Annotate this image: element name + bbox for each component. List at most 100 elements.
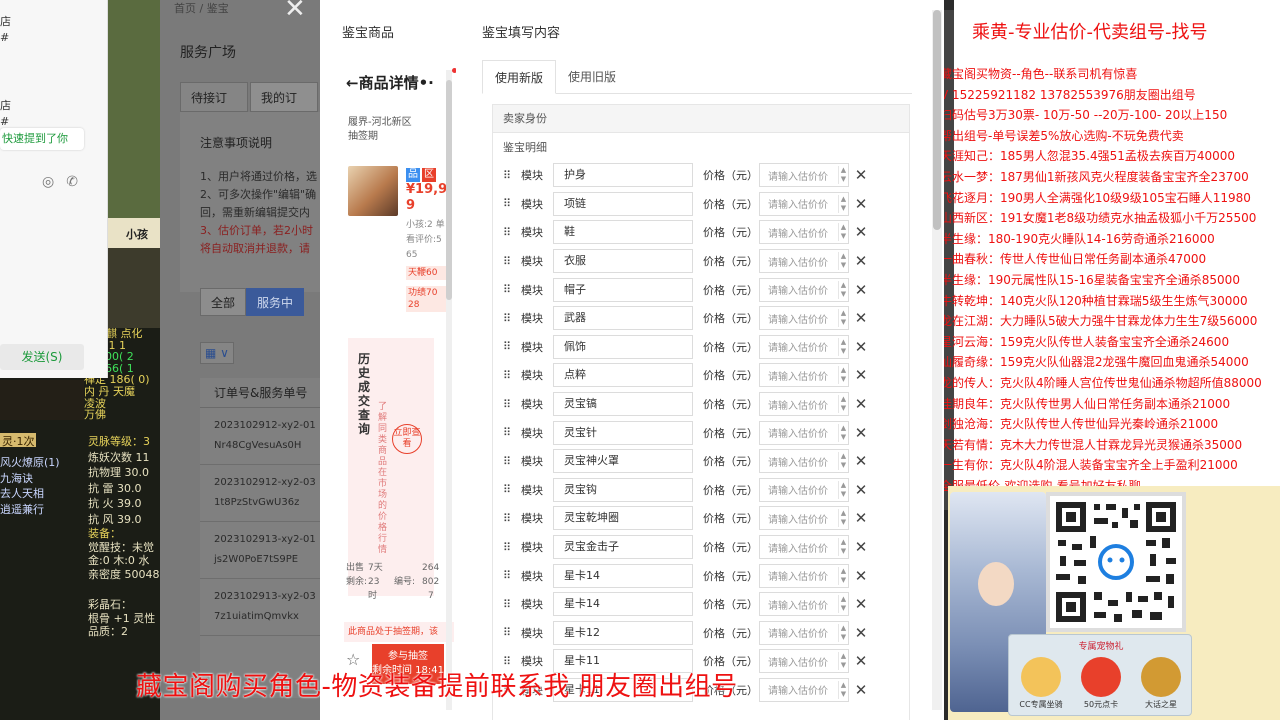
stepper-icon[interactable]: ▲ ▼ <box>838 252 848 271</box>
tab-old-version[interactable]: 使用旧版 <box>556 60 628 94</box>
price-input[interactable]: 请输入估价价 ▲ ▼ <box>759 220 849 245</box>
module-name-field[interactable]: 鞋 <box>553 220 693 245</box>
drag-handle-icon[interactable]: ⠿ <box>503 340 517 353</box>
module-name-field[interactable]: 星卡14 <box>553 563 693 588</box>
module-name-field[interactable]: 项链 <box>553 191 693 216</box>
price-input[interactable]: 请输入估价价 ▲ ▼ <box>759 191 849 216</box>
mention-bubble[interactable]: 快速提到了你 <box>0 128 84 150</box>
stepper-icon[interactable]: ▲ ▼ <box>838 309 848 328</box>
price-input[interactable]: 请输入估价价 ▲ ▼ <box>759 306 849 331</box>
module-name-field[interactable]: 武器 <box>553 306 693 331</box>
stepper-icon[interactable]: ▲ ▼ <box>838 194 848 213</box>
price-input[interactable]: 请输入估价价 ▲ ▼ <box>759 592 849 617</box>
module-name-field[interactable]: 灵宝神火罩 <box>553 449 693 474</box>
drag-handle-icon[interactable]: ⠿ <box>503 197 517 210</box>
stepper-icon[interactable]: ▲ ▼ <box>838 566 848 585</box>
price-input[interactable]: 请输入估价价 ▲ ▼ <box>759 420 849 445</box>
stepper-icon[interactable]: ▲ ▼ <box>838 595 848 614</box>
remove-icon[interactable]: ✕ <box>849 509 873 527</box>
send-button[interactable]: 发送(S) <box>0 344 84 370</box>
stepper-icon[interactable]: ▲ ▼ <box>838 452 848 471</box>
stepper-icon[interactable]: ▲ ▼ <box>838 623 848 642</box>
product-scrollbar[interactable] <box>446 70 452 710</box>
module-name-field[interactable]: 佩饰 <box>553 334 693 359</box>
module-name-field[interactable]: 衣服 <box>553 249 693 274</box>
price-input[interactable]: 请输入估价价 ▲ ▼ <box>759 506 849 531</box>
drag-handle-icon[interactable]: ⠿ <box>503 455 517 468</box>
scrollbar-thumb[interactable] <box>446 80 452 300</box>
table-row[interactable]: 2023102912-xy2-01 Nr48CgVesuAs0H <box>200 408 320 465</box>
price-input[interactable]: 请输入估价价 ▲ ▼ <box>759 277 849 302</box>
drag-handle-icon[interactable]: ⠿ <box>503 598 517 611</box>
drag-handle-icon[interactable]: ⠿ <box>503 283 517 296</box>
stepper-icon[interactable]: ▲ ▼ <box>838 680 848 699</box>
stepper-icon[interactable]: ▲ ▼ <box>838 395 848 414</box>
drag-handle-icon[interactable]: ⠿ <box>503 398 517 411</box>
drag-handle-icon[interactable]: ⠿ <box>503 169 517 182</box>
tab-new-version[interactable]: 使用新版 <box>482 60 557 94</box>
remove-icon[interactable]: ✕ <box>849 452 873 470</box>
scrollbar-thumb[interactable] <box>933 10 941 230</box>
price-input[interactable]: 请输入估价价 ▲ ▼ <box>759 449 849 474</box>
price-input[interactable]: 请输入估价价 ▲ ▼ <box>759 334 849 359</box>
tab-pending-orders[interactable]: 待接订单 <box>180 82 248 135</box>
remove-icon[interactable]: ✕ <box>849 252 873 270</box>
table-row[interactable]: 2023102913-xy2-01 js2W0PoE7tS9PE <box>200 522 320 579</box>
drag-handle-icon[interactable]: ⠿ <box>503 426 517 439</box>
drag-handle-icon[interactable]: ⠿ <box>503 626 517 639</box>
module-name-field[interactable]: 帽子 <box>553 277 693 302</box>
stepper-icon[interactable]: ▲ ▼ <box>838 509 848 528</box>
drag-handle-icon[interactable]: ⠿ <box>503 512 517 525</box>
remove-icon[interactable]: ✕ <box>849 652 873 670</box>
target-icon[interactable]: ◎ <box>42 174 54 190</box>
module-name-field[interactable]: 星卡12 <box>553 620 693 645</box>
stepper-icon[interactable]: ▲ ▼ <box>838 652 848 671</box>
module-name-field[interactable]: 星卡14 <box>553 592 693 617</box>
remove-icon[interactable]: ✕ <box>849 281 873 299</box>
remove-icon[interactable]: ✕ <box>849 309 873 327</box>
remove-icon[interactable]: ✕ <box>849 166 873 184</box>
history-view-button[interactable]: 立即查看 <box>392 424 422 454</box>
remove-icon[interactable]: ✕ <box>849 395 873 413</box>
remove-icon[interactable]: ✕ <box>849 595 873 613</box>
modal-scrollbar[interactable] <box>932 10 942 710</box>
remove-icon[interactable]: ✕ <box>849 195 873 213</box>
remove-icon[interactable]: ✕ <box>849 424 873 442</box>
table-row[interactable]: 2023102913-xy2-03 7z1uiatimQmvkx <box>200 579 320 636</box>
filter-all[interactable]: 全部 <box>200 288 247 316</box>
column-setting-button[interactable]: ▦ ∨ <box>200 342 234 364</box>
stepper-icon[interactable]: ▲ ▼ <box>838 480 848 499</box>
remove-icon[interactable]: ✕ <box>849 624 873 642</box>
stepper-icon[interactable]: ▲ ▼ <box>838 366 848 385</box>
stepper-icon[interactable]: ▲ ▼ <box>838 337 848 356</box>
drag-handle-icon[interactable]: ⠿ <box>503 226 517 239</box>
stepper-icon[interactable]: ▲ ▼ <box>838 166 848 185</box>
price-input[interactable]: 请输入估价价 ▲ ▼ <box>759 163 849 188</box>
remove-icon[interactable]: ✕ <box>849 338 873 356</box>
module-name-field[interactable]: 灵宝针 <box>553 420 693 445</box>
price-input[interactable]: 请输入估价价 ▲ ▼ <box>759 392 849 417</box>
module-name-field[interactable]: 灵宝乾坤圈 <box>553 506 693 531</box>
price-input[interactable]: 请输入估价价 ▲ ▼ <box>759 477 849 502</box>
price-input[interactable]: 请输入估价价 ▲ ▼ <box>759 249 849 274</box>
drag-handle-icon[interactable]: ⠿ <box>503 312 517 325</box>
remove-icon[interactable]: ✕ <box>849 366 873 384</box>
filter-in-service[interactable]: 服务中 <box>246 288 305 316</box>
module-name-field[interactable]: 点粹 <box>553 363 693 388</box>
drag-handle-icon[interactable]: ⠿ <box>503 541 517 554</box>
module-name-field[interactable]: 护身 <box>553 163 693 188</box>
price-input[interactable]: 请输入估价价 ▲ ▼ <box>759 563 849 588</box>
drag-handle-icon[interactable]: ⠿ <box>503 369 517 382</box>
stepper-icon[interactable]: ▲ ▼ <box>838 280 848 299</box>
remove-icon[interactable]: ✕ <box>849 681 873 699</box>
table-row[interactable]: 2023102912-xy2-03 1t8PzStvGwU36z <box>200 465 320 522</box>
price-input[interactable]: 请输入估价价 ▲ ▼ <box>759 620 849 645</box>
remove-icon[interactable]: ✕ <box>849 567 873 585</box>
remove-icon[interactable]: ✕ <box>849 223 873 241</box>
remove-icon[interactable]: ✕ <box>849 538 873 556</box>
product-header[interactable]: ←商品详情•· <box>346 72 434 93</box>
price-input[interactable]: 请输入估价价 ▲ ▼ <box>759 649 849 674</box>
price-input[interactable]: 请输入估价价 ▲ ▼ <box>759 363 849 388</box>
close-icon[interactable]: ✕ <box>284 0 306 24</box>
module-name-field[interactable]: 灵宝金击子 <box>553 535 693 560</box>
